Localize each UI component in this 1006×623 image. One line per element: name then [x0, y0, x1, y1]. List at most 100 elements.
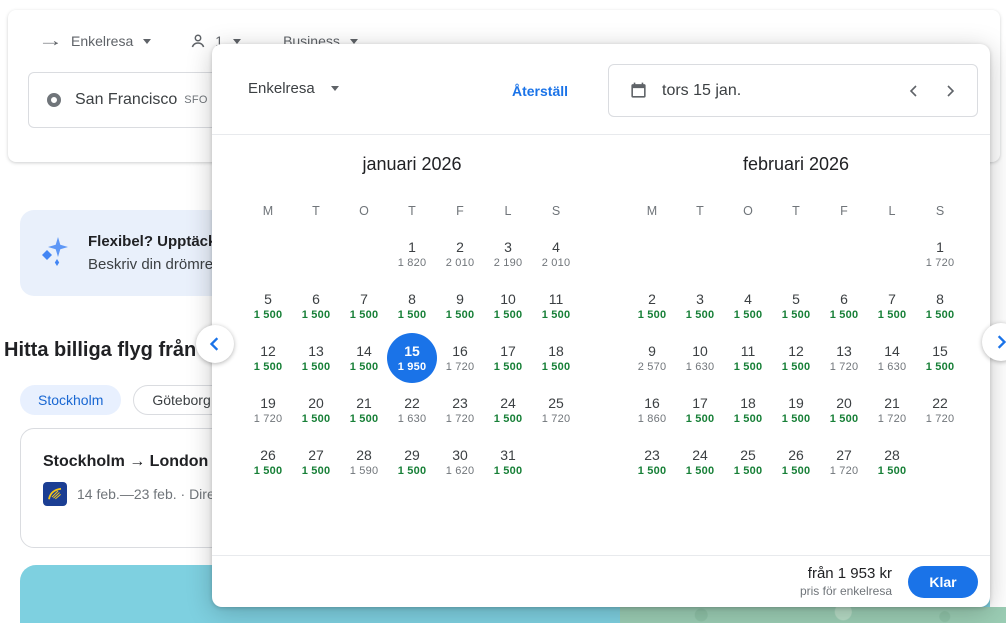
calendar-day[interactable]: 11 720 [916, 228, 964, 280]
calendar-day[interactable]: 31 500 [676, 280, 724, 332]
banner-title: Flexibel? Upptäck [88, 233, 216, 250]
calendar-day[interactable]: 211 720 [868, 384, 916, 436]
dialog-trip-type-label: Enkelresa [248, 80, 315, 97]
weekday-header: S [916, 194, 964, 228]
calendar-day[interactable]: 261 500 [244, 436, 292, 488]
date-picker-footer: från 1 953 kr pris för enkelresa Klar [212, 555, 990, 607]
calendar-day[interactable]: 51 500 [772, 280, 820, 332]
calendar-day[interactable]: 231 500 [628, 436, 676, 488]
calendar-day[interactable]: 261 500 [772, 436, 820, 488]
empty-day-cell [628, 228, 676, 280]
empty-day-cell [340, 228, 388, 280]
weekday-header: M [628, 194, 676, 228]
chevron-down-icon [233, 39, 241, 44]
calendar-day[interactable]: 161 860 [628, 384, 676, 436]
carousel-prev-button[interactable] [196, 325, 234, 363]
trip-type-dropdown[interactable]: → Enkelresa [32, 25, 161, 57]
calendar-day[interactable]: 191 720 [244, 384, 292, 436]
calendar-day[interactable]: 251 720 [532, 384, 580, 436]
departure-date-field[interactable]: tors 15 jan. [608, 64, 978, 117]
calendar-day[interactable]: 61 500 [292, 280, 340, 332]
calendar-day[interactable]: 201 500 [820, 384, 868, 436]
calendar-day[interactable]: 92 570 [628, 332, 676, 384]
map-gap [990, 565, 1006, 607]
banner-subtitle: Beskriv din drömre [88, 256, 216, 273]
calendar-day-selected[interactable]: 151 950 [388, 332, 436, 384]
calendar-day[interactable]: 111 500 [724, 332, 772, 384]
weekday-header: T [772, 194, 820, 228]
calendar-day[interactable]: 131 720 [820, 332, 868, 384]
calendar-day[interactable]: 91 500 [436, 280, 484, 332]
calendar-day[interactable]: 141 630 [868, 332, 916, 384]
calendar-day[interactable]: 151 500 [916, 332, 964, 384]
calendar-day[interactable]: 101 630 [676, 332, 724, 384]
calendar-day[interactable]: 81 500 [388, 280, 436, 332]
weekday-header: F [436, 194, 484, 228]
calendar-day[interactable]: 191 500 [772, 384, 820, 436]
calendar-day[interactable]: 11 820 [388, 228, 436, 280]
calendar-day[interactable]: 61 500 [820, 280, 868, 332]
empty-day-cell [772, 228, 820, 280]
month-title-january: januari 2026 [244, 154, 580, 194]
chip-stockholm[interactable]: Stockholm [20, 385, 121, 415]
done-button[interactable]: Klar [908, 566, 978, 598]
empty-day-cell [868, 228, 916, 280]
cheap-flights-heading: Hitta billiga flyg från S [4, 339, 216, 362]
calendar-day[interactable]: 211 500 [340, 384, 388, 436]
calendar-day[interactable]: 281 500 [868, 436, 916, 488]
calendar-day[interactable]: 71 500 [868, 280, 916, 332]
calendar-day[interactable]: 141 500 [340, 332, 388, 384]
calendar-day[interactable]: 21 500 [628, 280, 676, 332]
calendar-day[interactable]: 32 190 [484, 228, 532, 280]
departure-date-value: tors 15 jan. [662, 82, 741, 100]
calendar-day[interactable]: 121 500 [244, 332, 292, 384]
reset-link[interactable]: Återställ [512, 83, 568, 99]
date-picker-header: Enkelresa Återställ tors 15 jan. [212, 44, 990, 135]
chevron-left-icon [208, 337, 222, 351]
next-day-button[interactable] [935, 76, 965, 106]
calendar-day[interactable]: 101 500 [484, 280, 532, 332]
calendar-day[interactable]: 131 500 [292, 332, 340, 384]
calendar-day[interactable]: 111 500 [532, 280, 580, 332]
calendar-icon [629, 81, 648, 100]
calendar-day[interactable]: 41 500 [724, 280, 772, 332]
calendar-day[interactable]: 221 630 [388, 384, 436, 436]
calendar-day[interactable]: 181 500 [724, 384, 772, 436]
weekday-header: L [484, 194, 532, 228]
calendar-day[interactable]: 271 500 [292, 436, 340, 488]
calendar-day[interactable]: 81 500 [916, 280, 964, 332]
calendar-day[interactable]: 181 500 [532, 332, 580, 384]
dialog-trip-type-dropdown[interactable]: Enkelresa [248, 80, 339, 97]
calendar-day[interactable]: 271 720 [820, 436, 868, 488]
calendar-day[interactable]: 251 500 [724, 436, 772, 488]
calendar-day[interactable]: 42 010 [532, 228, 580, 280]
calendar-day[interactable]: 171 500 [676, 384, 724, 436]
calendar-day[interactable]: 311 500 [484, 436, 532, 488]
calendar-day[interactable]: 301 620 [436, 436, 484, 488]
calendar-day[interactable]: 171 500 [484, 332, 532, 384]
calendar-day[interactable]: 121 500 [772, 332, 820, 384]
calendar-day[interactable]: 231 720 [436, 384, 484, 436]
calendar-day[interactable]: 281 590 [340, 436, 388, 488]
calendar-day[interactable]: 291 500 [388, 436, 436, 488]
calendar-day[interactable]: 51 500 [244, 280, 292, 332]
sparkle-icon [38, 233, 72, 273]
from-price: från 1 953 kr [800, 564, 892, 583]
weekday-header: T [292, 194, 340, 228]
calendar-day[interactable]: 201 500 [292, 384, 340, 436]
calendar-day[interactable]: 71 500 [340, 280, 388, 332]
weekday-header: T [388, 194, 436, 228]
calendar-day[interactable]: 241 500 [676, 436, 724, 488]
calendar-day[interactable]: 161 720 [436, 332, 484, 384]
chevron-right-icon [994, 335, 1006, 349]
trip-type-label: Enkelresa [71, 33, 133, 49]
weekday-header: S [532, 194, 580, 228]
month-title-february: februari 2026 [628, 154, 964, 194]
calendar-day[interactable]: 22 010 [436, 228, 484, 280]
chevron-down-icon [143, 39, 151, 44]
calendar-day[interactable]: 241 500 [484, 384, 532, 436]
month-grid-february: MTOTFLS11 72021 50031 50041 50051 50061 … [628, 194, 964, 488]
calendar-day[interactable]: 221 720 [916, 384, 964, 436]
prev-day-button[interactable] [899, 76, 929, 106]
origin-circle-icon [47, 93, 61, 107]
